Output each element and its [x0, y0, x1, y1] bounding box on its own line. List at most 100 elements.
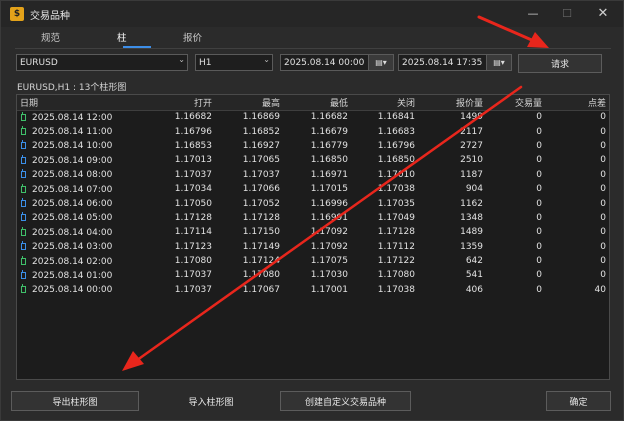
- table-row[interactable]: 2025.08.14 09:00 1.17013 1.17065 1.16850 1.1…: [17, 153, 609, 167]
- date-text: 2025.08.14 08:00: [32, 170, 113, 181]
- table-row[interactable]: 2025.08.14 10:00 1.16853 1.16927 1.16779 1.1…: [17, 139, 609, 153]
- cell-tick-volume: 1187: [460, 169, 483, 180]
- cell-high: 1.17128: [242, 212, 280, 223]
- cell-close: 1.17038: [377, 184, 415, 195]
- table-row[interactable]: 2025.08.14 08:00 1.17037 1.17037 1.16971 1.1…: [17, 168, 609, 182]
- bars-count-label: EURUSD,H1 : 13个柱形图: [17, 83, 127, 93]
- cell-volume: 0: [536, 227, 542, 238]
- cell-date: 2025.08.14 03:00: [17, 240, 112, 254]
- cell-high: 1.17080: [242, 270, 280, 281]
- table-row[interactable]: 2025.08.14 07:00 1.17034 1.17066 1.17015 1.1…: [17, 182, 609, 196]
- import-bars-button[interactable]: 导入柱形图: [147, 391, 275, 411]
- cell-tick-volume: 2510: [460, 155, 483, 166]
- minimize-button[interactable]: —: [516, 1, 550, 25]
- cell-spread: 0: [600, 241, 606, 252]
- cell-open: 1.17037: [174, 270, 212, 281]
- cell-spread: 0: [600, 126, 606, 137]
- table-row[interactable]: 2025.08.14 12:00 1.16682 1.16869 1.16682 1.1…: [17, 110, 609, 124]
- cell-volume: 0: [536, 126, 542, 137]
- date-text: 2025.08.14 05:00: [32, 213, 113, 224]
- table-row[interactable]: 2025.08.14 04:00 1.17114 1.17150 1.17092 1.1…: [17, 225, 609, 239]
- maximize-button[interactable]: ☐: [550, 1, 584, 25]
- export-bars-button[interactable]: 导出柱形图: [11, 391, 139, 411]
- header-col-high[interactable]: 最高: [215, 95, 283, 111]
- date-from-input[interactable]: 2025.08.14 00:00: [280, 54, 369, 71]
- timeframe-select[interactable]: H1 ⌄: [195, 54, 273, 71]
- calendar-icon: ▤▾: [375, 58, 387, 67]
- tab-specification[interactable]: 规范: [41, 30, 60, 44]
- cell-low: 1.17075: [310, 256, 348, 267]
- date-text: 2025.08.14 09:00: [32, 155, 113, 166]
- header-col-low[interactable]: 最低: [283, 95, 351, 111]
- date-from-value: 2025.08.14 00:00: [284, 57, 365, 68]
- symbol-select[interactable]: EURUSD ⌄: [16, 54, 188, 71]
- date-to-input[interactable]: 2025.08.14 17:35: [398, 54, 487, 71]
- symbols-window: $ 交易品种 — ☐ ✕ 规范 柱 报价 EURUSD ⌄ H1 ⌄ 2025.…: [0, 0, 624, 421]
- header-col-open[interactable]: 打开: [111, 95, 215, 111]
- bar-icon: [20, 226, 26, 236]
- date-text: 2025.08.14 12:00: [32, 112, 113, 123]
- cell-tick-volume: 1489: [460, 227, 483, 238]
- tab-ticks[interactable]: 报价: [183, 30, 202, 44]
- cell-high: 1.16869: [242, 112, 280, 123]
- date-text: 2025.08.14 07:00: [32, 184, 113, 195]
- header-col-volume[interactable]: 交易量: [486, 95, 545, 111]
- header-col-tick-volume[interactable]: 报价量: [418, 95, 486, 111]
- header-col-close[interactable]: 关闭: [351, 95, 418, 111]
- bar-icon: [20, 154, 26, 164]
- cell-date: 2025.08.14 05:00: [17, 211, 113, 225]
- tab-bar: 规范 柱 报价: [15, 27, 611, 49]
- cell-date: 2025.08.14 04:00: [17, 225, 113, 239]
- close-button[interactable]: ✕: [586, 1, 620, 25]
- symbol-select-value: EURUSD: [20, 57, 58, 68]
- cell-tick-volume: 904: [465, 184, 483, 195]
- table-row[interactable]: 2025.08.14 00:00 1.17037 1.17067 1.17001 1.1…: [17, 283, 609, 297]
- table-row[interactable]: 2025.08.14 06:00 1.17050 1.17052 1.16996 1.1…: [17, 196, 609, 210]
- cell-close: 1.16683: [377, 126, 415, 137]
- header-col-date[interactable]: 日期: [17, 95, 111, 111]
- cell-low: 1.16779: [310, 140, 348, 151]
- cell-spread: 0: [600, 212, 606, 223]
- table-row[interactable]: 2025.08.14 11:00 1.16796 1.16852 1.16679 1.1…: [17, 124, 609, 138]
- ok-button[interactable]: 确定: [546, 391, 611, 411]
- cell-spread: 0: [600, 256, 606, 267]
- cell-volume: 0: [536, 155, 542, 166]
- request-button[interactable]: 请求: [518, 54, 602, 73]
- table-row[interactable]: 2025.08.14 05:00 1.17128 1.17128 1.16991 1.1…: [17, 211, 609, 225]
- date-text: 2025.08.14 04:00: [32, 227, 113, 238]
- cell-volume: 0: [536, 270, 542, 281]
- cell-low: 1.16971: [310, 169, 348, 180]
- date-from-calendar-button[interactable]: ▤▾: [368, 54, 394, 71]
- bar-icon: [20, 140, 26, 150]
- cell-low: 1.17092: [310, 241, 348, 252]
- table-row[interactable]: 2025.08.14 03:00 1.17123 1.17149 1.17092 1.1…: [17, 240, 609, 254]
- tab-bars[interactable]: 柱: [117, 30, 127, 44]
- cell-close: 1.17038: [377, 284, 415, 295]
- chevron-down-icon: ⌄: [263, 55, 270, 64]
- table-row[interactable]: 2025.08.14 01:00 1.17037 1.17080 1.17030 1.1…: [17, 268, 609, 282]
- cell-tick-volume: 406: [465, 284, 483, 295]
- cell-open: 1.17037: [174, 169, 212, 180]
- bars-table[interactable]: 日期 打开 最高 最低 关闭 报价量 交易量 点差 2025.08.14 12:00 1.166…: [16, 94, 610, 380]
- cell-open: 1.16682: [174, 112, 212, 123]
- date-to-calendar-button[interactable]: ▤▾: [486, 54, 512, 71]
- cell-spread: 0: [600, 155, 606, 166]
- cell-close: 1.17010: [377, 169, 415, 180]
- app-icon: $: [10, 7, 24, 21]
- header-col-spread[interactable]: 点差: [545, 95, 609, 111]
- cell-low: 1.16991: [310, 212, 348, 223]
- date-text: 2025.08.14 01:00: [32, 270, 113, 281]
- cell-open: 1.17080: [174, 256, 212, 267]
- cell-volume: 0: [536, 284, 542, 295]
- calendar-icon: ▤▾: [493, 58, 505, 67]
- cell-open: 1.17114: [174, 227, 212, 238]
- cell-date: 2025.08.14 01:00: [17, 268, 113, 282]
- cell-open: 1.17013: [174, 155, 212, 166]
- cell-high: 1.17149: [242, 241, 280, 252]
- cell-volume: 0: [536, 256, 542, 267]
- cell-tick-volume: 642: [465, 256, 483, 267]
- window-title: 交易品种: [30, 10, 70, 22]
- table-row[interactable]: 2025.08.14 02:00 1.17080 1.17124 1.17075 1.1…: [17, 254, 609, 268]
- cell-volume: 0: [536, 212, 542, 223]
- create-custom-symbol-button[interactable]: 创建自定义交易品种: [280, 391, 411, 411]
